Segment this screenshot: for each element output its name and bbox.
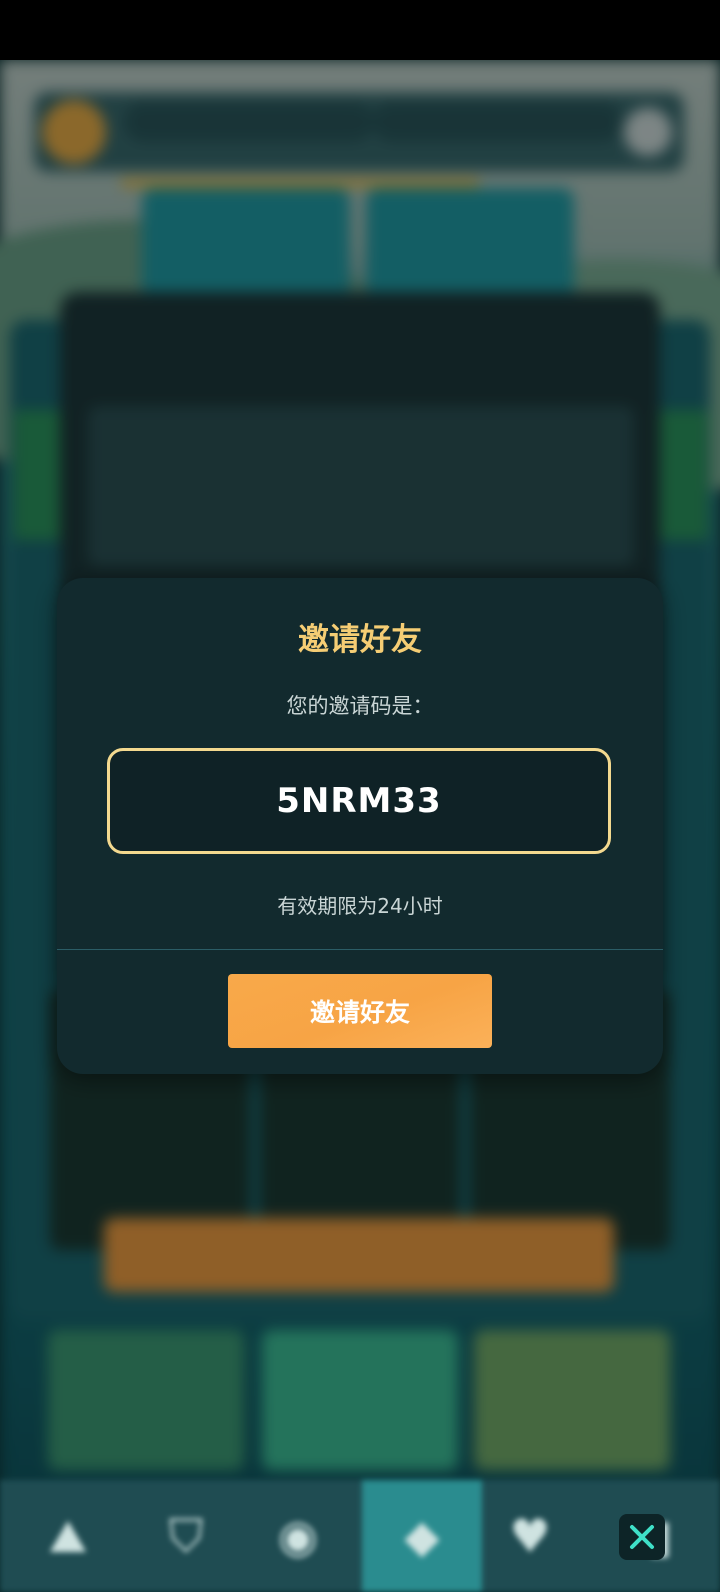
nav-item-guild[interactable]: ⛉: [126, 1480, 246, 1592]
mountain-icon: ⛰: [48, 1509, 88, 1563]
bottom-nav: ⛰ ⛉ ◉ ◆ ♥ ▮: [0, 1480, 720, 1592]
app-screen: ⛰ ⛉ ◉ ◆ ♥ ▮ 邀请好友 您的邀请码是： 5NRM33 有效期限为24小…: [0, 0, 720, 1592]
nav-item-shop[interactable]: ◆: [362, 1480, 482, 1592]
nav-item-explore[interactable]: ◉: [238, 1480, 358, 1592]
compass-icon: ◉: [277, 1509, 319, 1563]
divider: [57, 949, 663, 950]
invite-friends-button[interactable]: 邀请好友: [228, 974, 492, 1048]
status-bar: [0, 0, 720, 60]
close-icon: [630, 1525, 654, 1549]
invite-code-box[interactable]: 5NRM33: [107, 748, 611, 854]
invite-dialog: 邀请好友 您的邀请码是： 5NRM33 有效期限为24小时 邀请好友: [57, 578, 663, 1074]
expiry-note: 有效期限为24小时: [277, 894, 443, 918]
diamond-icon: ◆: [404, 1509, 440, 1563]
invite-code: 5NRM33: [276, 781, 442, 821]
dialog-title: 邀请好友: [298, 622, 422, 658]
nav-item-social[interactable]: ♥: [470, 1480, 590, 1592]
invite-code-label: 您的邀请码是：: [286, 694, 434, 718]
nav-item-map[interactable]: ⛰: [8, 1480, 128, 1592]
shield-icon: ⛉: [168, 1509, 204, 1563]
close-button[interactable]: [619, 1514, 665, 1560]
heart-icon: ♥: [509, 1509, 551, 1563]
